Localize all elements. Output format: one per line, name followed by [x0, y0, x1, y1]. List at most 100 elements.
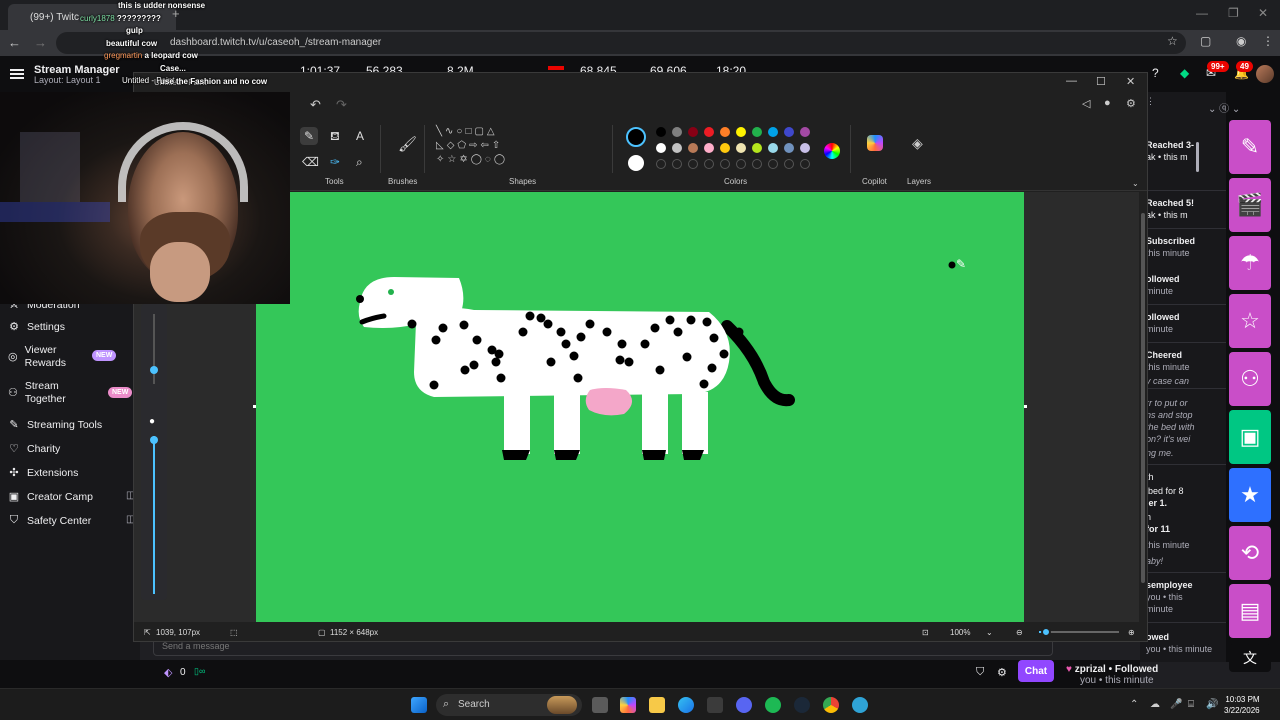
sidebar-item-stream-together[interactable]: ⚇ Stream Together: [8, 380, 78, 406]
shapes-gallery[interactable]: ╲∿○□▢△ ◺◇⬠⇨⇦⇧ ✧☆✡◯◌◯: [436, 125, 546, 167]
volume-icon[interactable]: 🔊: [1206, 699, 1218, 710]
edge-icon[interactable]: [678, 697, 694, 713]
brush-icon[interactable]: 🖌: [398, 135, 417, 153]
volume-track[interactable]: [153, 436, 155, 594]
help-icon[interactable]: ?: [1152, 66, 1159, 80]
sidebar-item-charity[interactable]: ♡ Charity: [8, 442, 60, 456]
spotify-icon[interactable]: [765, 697, 781, 713]
bookmark-star-icon[interactable]: ☆: [1167, 34, 1178, 48]
mod-shield-icon[interactable]: ⛉: [976, 666, 984, 679]
prediction-icon[interactable]: ▯∞: [194, 666, 205, 677]
eraser-tool-icon[interactable]: ⌫: [302, 155, 319, 169]
replay-button[interactable]: ⟲: [1229, 526, 1271, 580]
zoom-in-icon[interactable]: ⊕: [1128, 628, 1135, 637]
translate-button[interactable]: 文: [1229, 644, 1271, 672]
account-icon[interactable]: ●: [1104, 97, 1111, 109]
collapse-ribbon-icon[interactable]: ⌄: [1132, 179, 1139, 188]
browser-menu-icon[interactable]: ⋮: [1262, 34, 1274, 48]
color-picker-icon[interactable]: ✑: [330, 155, 340, 169]
task-view-icon[interactable]: [592, 697, 608, 713]
sidebar-item-streaming-tools[interactable]: ✎ Streaming Tools: [8, 418, 102, 432]
color-swatch[interactable]: [656, 143, 666, 153]
color-swatch[interactable]: [688, 143, 698, 153]
paint-close-icon[interactable]: ✕: [1126, 75, 1135, 88]
profile-icon[interactable]: ◉: [1236, 34, 1246, 48]
custom-color-slot[interactable]: [688, 159, 698, 169]
fill-tool-icon[interactable]: ⛾: [330, 129, 340, 145]
sidebar-item-viewer-rewards[interactable]: ◎ Viewer Rewards: [8, 344, 78, 370]
store-icon[interactable]: [707, 697, 723, 713]
color-swatch[interactable]: [672, 143, 682, 153]
color-swatch[interactable]: [752, 127, 762, 137]
color-swatch[interactable]: [704, 127, 714, 137]
custom-color-slot[interactable]: [704, 159, 714, 169]
pencil-tool-icon[interactable]: ✎: [300, 127, 319, 145]
highlight-button[interactable]: ★: [1229, 468, 1271, 522]
minimize-icon[interactable]: —: [1196, 6, 1208, 20]
color-swatch[interactable]: [736, 143, 746, 153]
secondary-color[interactable]: [628, 155, 644, 171]
avatar[interactable]: [1256, 65, 1274, 83]
clock[interactable]: 10:03 PM 3/22/2026: [1224, 694, 1260, 716]
color-swatch[interactable]: [720, 127, 730, 137]
zoom-dropdown-icon[interactable]: ⌄: [986, 628, 993, 637]
crown-icon[interactable]: ◆: [1180, 66, 1189, 80]
custom-color-slot[interactable]: [752, 159, 762, 169]
custom-color-slot[interactable]: [720, 159, 730, 169]
text-tool-icon[interactable]: A: [356, 129, 364, 143]
color-swatch[interactable]: [784, 127, 794, 137]
activity-scrollbar[interactable]: [1196, 142, 1199, 172]
chat-send-button[interactable]: Chat: [1018, 660, 1054, 682]
custom-color-slot[interactable]: [784, 159, 794, 169]
color-swatch[interactable]: [752, 143, 762, 153]
magnifier-icon[interactable]: ⌕: [356, 155, 363, 170]
back-icon[interactable]: ←: [8, 35, 21, 50]
color-swatch[interactable]: [784, 143, 794, 153]
volume-thumb[interactable]: [150, 366, 158, 374]
canvas-surface[interactable]: [256, 192, 1024, 622]
color-swatch[interactable]: [720, 143, 730, 153]
resize-handle[interactable]: [1024, 405, 1027, 408]
quick-actions-dropdown-icon[interactable]: ⌄ ⓠ ⌄: [1208, 100, 1240, 115]
edit-stream-info-button[interactable]: ✎: [1229, 120, 1271, 174]
zoom-level[interactable]: 100%: [950, 628, 970, 637]
chrome-icon[interactable]: [823, 697, 839, 713]
color-swatch[interactable]: [736, 127, 746, 137]
sidebar-icon[interactable]: ▢: [1200, 34, 1211, 48]
ad-button[interactable]: ▣: [1229, 410, 1271, 464]
zoom-slider-thumb[interactable]: [1041, 627, 1051, 637]
redo-icon[interactable]: ↷: [336, 97, 347, 113]
microphone-icon[interactable]: 🎤: [1170, 699, 1182, 710]
custom-color-slot[interactable]: [800, 159, 810, 169]
steam-icon[interactable]: [794, 697, 810, 713]
sidebar-item-extensions[interactable]: ✣ Extensions: [8, 466, 78, 480]
paint-taskbar-icon[interactable]: [852, 697, 868, 713]
color-swatch[interactable]: [768, 127, 778, 137]
zoom-slider[interactable]: [1039, 631, 1119, 633]
sidebar-item-settings[interactable]: ⚙ Settings: [8, 320, 65, 334]
copilot-taskbar-icon[interactable]: [620, 697, 636, 713]
chat-settings-icon[interactable]: ⚙: [997, 666, 1007, 679]
color-swatch[interactable]: [672, 127, 682, 137]
paint-settings-icon[interactable]: ⚙: [1126, 97, 1136, 110]
canvas-scrollbar[interactable]: [1141, 213, 1145, 583]
sidebar-item-safety-center[interactable]: ⛉ Safety Center: [8, 514, 91, 527]
maximize-icon[interactable]: ❐: [1228, 6, 1239, 20]
layers-icon[interactable]: ◈: [912, 135, 923, 152]
custom-color-slot[interactable]: [672, 159, 682, 169]
color-swatch[interactable]: [688, 127, 698, 137]
network-icon[interactable]: ⌸: [1188, 699, 1194, 710]
color-swatch[interactable]: [800, 143, 810, 153]
primary-color[interactable]: [626, 127, 646, 147]
edit-colors-icon[interactable]: [824, 143, 840, 159]
menu-icon[interactable]: [10, 69, 24, 71]
share-icon[interactable]: ◁: [1082, 97, 1090, 110]
color-swatch[interactable]: [768, 143, 778, 153]
zoom-out-icon[interactable]: ⊖: [1016, 628, 1023, 637]
paint-maximize-icon[interactable]: ☐: [1096, 75, 1106, 88]
raid-button[interactable]: ☂: [1229, 236, 1271, 290]
sidebar-item-creator-camp[interactable]: ▣ Creator Camp: [8, 490, 93, 504]
volume-thumb[interactable]: [150, 436, 158, 444]
file-explorer-icon[interactable]: [649, 697, 665, 713]
tray-overflow-icon[interactable]: ⌃: [1130, 699, 1138, 710]
